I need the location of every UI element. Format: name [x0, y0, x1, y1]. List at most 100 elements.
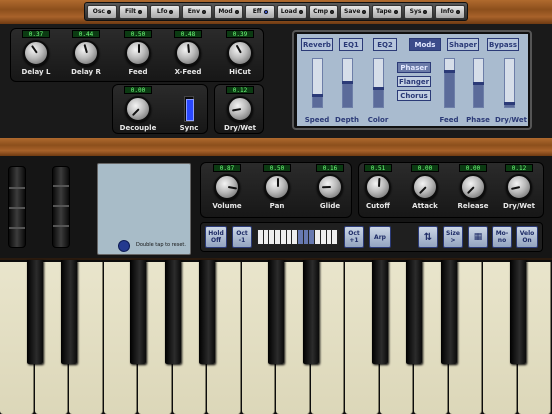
mode-phaser-button[interactable]: Phaser — [397, 62, 431, 73]
mode-flanger-button[interactable]: Flanger — [397, 76, 431, 87]
fx-slider-label: Depth — [335, 116, 359, 124]
filter-cutoff-knob[interactable] — [365, 174, 391, 200]
decouple-knob[interactable] — [125, 96, 151, 122]
nav-cmp-button[interactable]: Cmp — [308, 4, 339, 19]
black-key[interactable] — [61, 260, 77, 364]
nav-label: Cmp — [313, 8, 329, 15]
main-glide-knob[interactable] — [317, 174, 343, 200]
delay-x-feed-knob[interactable] — [175, 40, 201, 66]
sync-label: Sync — [179, 124, 199, 132]
keyboard-range-selector[interactable] — [257, 229, 339, 245]
fx-tab-shaper[interactable]: Shaper — [447, 38, 479, 51]
nav-eff-button[interactable]: Eff — [245, 4, 276, 19]
black-key[interactable] — [371, 260, 388, 364]
nav-sys-button[interactable]: Sys — [403, 4, 434, 19]
filter-label: Dry/Wet — [503, 202, 535, 210]
mode-chorus-button[interactable]: Chorus — [397, 90, 431, 101]
top-nav-bar: Osc Filt Lfo Env Mod Eff Load Cmp Save Tape Sys Inf… — [84, 2, 468, 21]
mono-button[interactable]: Mo- no — [492, 226, 512, 248]
mod-wheel[interactable] — [52, 166, 70, 248]
fx-tab-eq1[interactable]: EQ1 — [339, 38, 363, 51]
led-indicator-icon — [106, 9, 111, 14]
black-key[interactable] — [199, 260, 215, 364]
filter-value: 0.51 — [364, 164, 392, 172]
fx-tab-mods[interactable]: Mods — [409, 38, 441, 51]
decouple-label: Decouple — [119, 124, 157, 132]
filter-dry-wet-knob[interactable] — [506, 174, 532, 200]
led-indicator-icon — [201, 9, 206, 14]
size-button[interactable]: Size > — [443, 226, 463, 248]
keyboard-icon[interactable]: ▦ — [468, 226, 488, 248]
delay-delay-l-knob[interactable] — [23, 40, 49, 66]
filter-label: Cutoff — [366, 202, 390, 210]
nav-save-button[interactable]: Save — [340, 4, 371, 19]
delay-delay-r-knob[interactable] — [73, 40, 99, 66]
black-key[interactable] — [268, 260, 284, 364]
main-label: Glide — [319, 202, 341, 210]
nav-osc-button[interactable]: Osc — [87, 4, 117, 19]
octave-down-button[interactable]: Oct -1 — [232, 226, 252, 248]
nav-lfo-button[interactable]: Lfo — [150, 4, 181, 19]
fx-slider-dry-wet[interactable] — [504, 58, 515, 108]
black-key[interactable] — [164, 260, 181, 364]
nav-label: Env — [187, 8, 200, 15]
led-indicator-icon — [455, 9, 460, 14]
fx-slider-label: Phase — [466, 116, 490, 124]
pitch-wheel[interactable] — [8, 166, 26, 248]
black-key[interactable] — [130, 260, 146, 364]
sync-switch[interactable] — [184, 96, 194, 122]
nav-load-button[interactable]: Load — [277, 4, 307, 19]
main-value: 0.50 — [263, 164, 291, 172]
fx-tab-bypass[interactable]: Bypass — [487, 38, 519, 51]
delay-label: Feed — [128, 68, 148, 76]
delay-knob-cell: 0.37 Delay L — [15, 30, 57, 76]
xy-pad-cursor[interactable] — [118, 240, 130, 252]
fx-slider-phase[interactable] — [473, 58, 484, 108]
main-volume-knob[interactable] — [214, 174, 240, 200]
arp-button[interactable]: Arp — [369, 226, 391, 248]
filter-attack-knob[interactable] — [412, 174, 438, 200]
nav-info-button[interactable]: Info — [435, 4, 466, 19]
velocity-button[interactable]: Velo On — [516, 226, 538, 248]
led-indicator-icon — [299, 9, 304, 14]
hold-button[interactable]: Hold Off — [205, 226, 227, 248]
nav-tape-button[interactable]: Tape — [372, 4, 402, 19]
delay-drywet-label: Dry/Wet — [224, 124, 256, 132]
main-knob-cell: 0.87 Volume — [206, 164, 248, 210]
fx-screen: Reverb EQ1 EQ2 Mods Shaper Bypass Phaser… — [297, 34, 528, 126]
filter-knob-cell: 0.00 Attack — [404, 164, 446, 210]
fx-tab-reverb[interactable]: Reverb — [301, 38, 333, 51]
nav-mod-button[interactable]: Mod — [213, 4, 244, 19]
delay-hicut-knob[interactable] — [227, 40, 253, 66]
fx-tab-eq2[interactable]: EQ2 — [373, 38, 397, 51]
filter-value: 0.12 — [505, 164, 533, 172]
led-indicator-icon — [138, 9, 143, 14]
delay-value: 0.48 — [174, 30, 202, 38]
fx-slider-label: Speed — [304, 116, 330, 124]
fx-slider-depth[interactable] — [342, 58, 353, 108]
delay-drywet-knob[interactable] — [227, 96, 253, 122]
led-indicator-icon — [330, 9, 335, 14]
nav-filt-button[interactable]: Filt — [118, 4, 149, 19]
black-key[interactable] — [509, 260, 526, 364]
black-key[interactable] — [440, 260, 457, 364]
fx-slider-color[interactable] — [373, 58, 384, 108]
filter-label: Attack — [412, 202, 438, 210]
nav-label: Mod — [218, 8, 233, 15]
transpose-icon[interactable]: ⇅ — [418, 226, 438, 248]
black-key[interactable] — [26, 260, 43, 364]
delay-knob-cell: 0.48 X-Feed — [167, 30, 209, 76]
black-key[interactable] — [406, 260, 422, 364]
octave-up-button[interactable]: Oct +1 — [344, 226, 364, 248]
black-key[interactable] — [302, 260, 319, 364]
fx-slider-speed[interactable] — [312, 58, 323, 108]
main-pan-knob[interactable] — [264, 174, 290, 200]
sync-cell: Sync — [168, 86, 210, 132]
nav-env-button[interactable]: Env — [182, 4, 212, 19]
nav-label: Load — [280, 8, 298, 15]
decouple-value: 0.00 — [124, 86, 152, 94]
delay-feed-knob[interactable] — [125, 40, 151, 66]
filter-release-knob[interactable] — [460, 174, 486, 200]
fx-slider-feed[interactable] — [444, 58, 455, 108]
delay-knob-cell: 0.39 HiCut — [219, 30, 261, 76]
